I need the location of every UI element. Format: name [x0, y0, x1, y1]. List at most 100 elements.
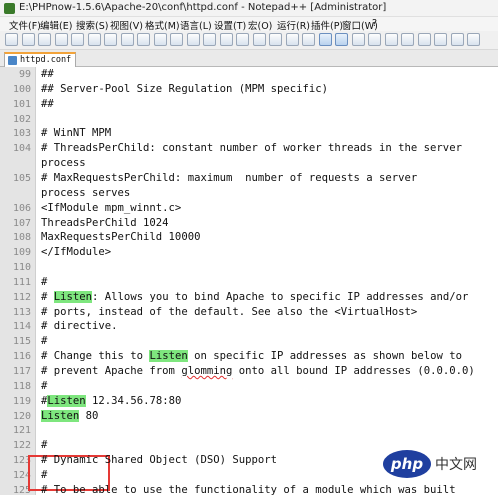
replace-icon[interactable]: [219, 33, 233, 46]
line-number-gutter: 99 100 101 102 103 104 105 106 107 108 109 110 111 11…: [0, 67, 36, 496]
menu-item-6[interactable]: 设置(T): [214, 18, 246, 32]
undo-icon[interactable]: [170, 33, 183, 46]
doc-map-icon[interactable]: [351, 33, 365, 46]
stop-macro-icon[interactable]: [401, 33, 414, 46]
line-number: 112: [12, 291, 31, 303]
code-text: </IfModule>: [41, 246, 112, 259]
indent-guide-icon[interactable]: [335, 33, 348, 46]
line-number: 108: [12, 232, 31, 244]
save-macro-icon[interactable]: [450, 33, 464, 46]
menu-item-0[interactable]: 文件(F): [9, 18, 41, 32]
code-text: #: [41, 439, 48, 452]
line-number: 102: [12, 113, 31, 125]
tab-httpd-conf[interactable]: httpd.conf: [4, 52, 76, 67]
code-text: # Change this to: [41, 350, 150, 363]
menu-item-8[interactable]: 运行(R): [277, 18, 310, 32]
menu-bar: 文件(F) 编辑(E) 搜索(S) 视图(V) 格式(M) 语言(L) 设置(T) 宏(O) 运…: [0, 17, 498, 32]
open-icon[interactable]: [21, 33, 35, 46]
code-line: ## Server-Pool Size Regulation (MPM spec…: [41, 82, 328, 97]
code-text: onto all bound IP addresses (0.0.0.0): [232, 365, 475, 377]
cut-icon[interactable]: [120, 33, 134, 46]
code-text: # Dynamic Shared Object (DSO) Support: [41, 454, 277, 467]
line-number: 110: [12, 262, 31, 274]
code-text: MaxRequestsPerChild 10000: [41, 231, 201, 244]
code-text: 80: [79, 409, 99, 422]
menu-item-3[interactable]: 视图(V): [110, 18, 143, 32]
code-text: # WinNT MPM: [41, 127, 112, 140]
save-icon[interactable]: [38, 33, 51, 46]
code-line: #: [41, 275, 47, 290]
tab-bar: httpd.conf: [0, 50, 498, 67]
code-text: # prevent Apache from: [41, 365, 182, 377]
code-line: ThreadsPerChild 1024: [41, 216, 169, 231]
menu-item-9[interactable]: 插件(P): [311, 18, 343, 32]
menu-item-2[interactable]: 搜索(S): [76, 18, 108, 32]
code-text: # MaxRequestsPerChild: maximum number of…: [41, 171, 418, 184]
code-line: process: [41, 156, 86, 171]
code-line: # Change this to Listen on specific IP a…: [41, 349, 462, 364]
close-icon[interactable]: [71, 33, 84, 46]
zoom-in-icon[interactable]: [236, 33, 249, 46]
code-text: # directive.: [41, 320, 118, 333]
tab-label: httpd.conf: [20, 55, 72, 65]
menu-item-7[interactable]: 宏(O): [248, 18, 272, 32]
code-line: ##: [41, 67, 54, 82]
line-number: 121: [12, 425, 31, 437]
code-line: # To be able to use the functionality of…: [41, 483, 456, 498]
code-text: # To be able to use the functionality of…: [41, 483, 456, 496]
code-text: ##: [41, 68, 54, 80]
line-number: 125: [12, 484, 31, 496]
search-match: Listen: [47, 394, 86, 407]
sync-h-icon[interactable]: [285, 33, 299, 46]
line-number: 107: [12, 217, 31, 229]
abc-icon[interactable]: [467, 33, 480, 46]
redo-icon[interactable]: [186, 33, 200, 46]
code-line: ##: [41, 97, 54, 112]
line-number: 117: [12, 366, 31, 377]
code-text: ## Server-Pool Size Regulation (MPM spec…: [41, 82, 329, 95]
new-file-icon[interactable]: [5, 33, 18, 46]
toolbar: [0, 31, 498, 50]
zoom-out-icon[interactable]: [252, 33, 266, 46]
code-text: #: [41, 275, 48, 288]
search-match: Listen: [53, 290, 93, 303]
file-icon: [8, 56, 17, 65]
code-line: MaxRequestsPerChild 10000: [41, 230, 200, 245]
play-macro-icon[interactable]: [417, 33, 431, 46]
find-icon[interactable]: [203, 33, 216, 46]
code-line: # Dynamic Shared Object (DSO) Support: [41, 453, 277, 468]
php-logo: php: [383, 450, 431, 478]
paste-icon[interactable]: [153, 33, 167, 46]
menu-item-4[interactable]: 格式(M): [145, 18, 180, 32]
word-wrap-icon[interactable]: [302, 33, 315, 46]
record-macro-icon[interactable]: [384, 33, 398, 46]
close-all-icon[interactable]: [87, 33, 101, 46]
code-line: # Listen: Allows you to bind Apache to s…: [41, 290, 468, 305]
menu-item-5[interactable]: 语言(L): [180, 18, 212, 32]
save-all-icon[interactable]: [54, 33, 68, 46]
sync-v-icon[interactable]: [269, 33, 282, 46]
line-number: 106: [12, 202, 31, 214]
run-macro-icon[interactable]: [434, 33, 447, 46]
menu-item-1[interactable]: 编辑(E): [40, 18, 72, 32]
show-all-icon[interactable]: [318, 33, 332, 46]
code-line: #: [41, 379, 47, 394]
watermark: php 中文网: [383, 447, 491, 483]
menu-item-11[interactable]: ?: [372, 18, 377, 29]
code-text: #: [41, 468, 48, 481]
spellcheck-word: glomming: [181, 365, 233, 377]
code-line: # prevent Apache from glomming onto all …: [41, 364, 475, 379]
search-match: Listen: [149, 350, 188, 363]
editor[interactable]: 99 100 101 102 103 104 105 106 107 108 109 110 111 11…: [0, 67, 498, 498]
line-number: 103: [12, 128, 31, 140]
code-line: # MaxRequestsPerChild: maximum number of…: [41, 171, 417, 186]
function-list-icon[interactable]: [368, 33, 381, 46]
line-number: 116: [12, 351, 31, 363]
line-number: 122: [12, 440, 31, 452]
code-line: Listen 80: [41, 409, 98, 424]
line-number: 101: [12, 98, 31, 110]
line-number: 109: [12, 247, 31, 259]
copy-icon[interactable]: [137, 33, 150, 46]
line-number: 113: [12, 306, 31, 318]
print-icon[interactable]: [104, 33, 117, 46]
